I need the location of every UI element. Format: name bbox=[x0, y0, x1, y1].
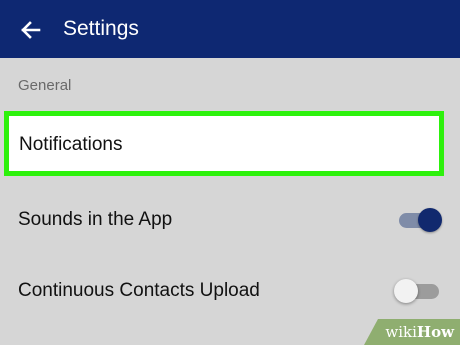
notifications-label: Notifications bbox=[19, 134, 123, 155]
wikihow-watermark: wikiHow bbox=[364, 319, 460, 345]
page-title: Settings bbox=[63, 17, 139, 40]
arrow-left-icon bbox=[21, 21, 41, 39]
continuous-contacts-upload-label: Continuous Contacts Upload bbox=[18, 280, 260, 301]
watermark-text: wikiHow bbox=[385, 324, 454, 340]
notifications-item[interactable]: Notifications bbox=[4, 111, 444, 176]
sounds-in-app-row[interactable]: Sounds in the App bbox=[0, 192, 460, 248]
toggle-thumb bbox=[394, 279, 418, 303]
continuous-contacts-upload-row[interactable]: Continuous Contacts Upload bbox=[0, 263, 460, 319]
watermark-text-bold: How bbox=[416, 323, 454, 341]
continuous-contacts-upload-toggle[interactable] bbox=[394, 277, 443, 305]
watermark-text-light: wiki bbox=[385, 323, 417, 341]
sounds-in-app-toggle[interactable] bbox=[397, 206, 443, 234]
back-button[interactable] bbox=[14, 14, 46, 46]
toggle-thumb bbox=[418, 208, 442, 232]
app-bar: Settings bbox=[0, 0, 460, 58]
sounds-in-app-label: Sounds in the App bbox=[18, 209, 173, 230]
section-header-general: General bbox=[18, 77, 72, 94]
